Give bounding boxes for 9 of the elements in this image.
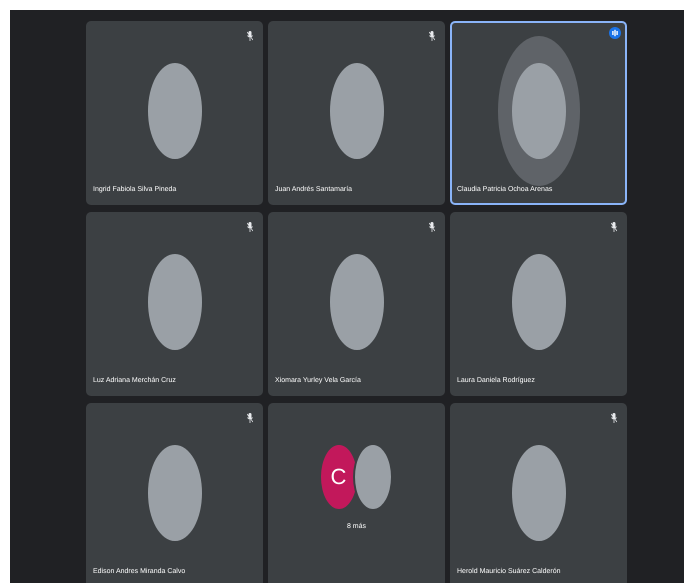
muted-mic-icon bbox=[247, 222, 253, 232]
audio-level-icon bbox=[609, 27, 621, 39]
muted-mic-icon bbox=[611, 413, 617, 423]
muted-mic-icon bbox=[247, 31, 253, 41]
muted-mic-icon bbox=[429, 31, 435, 41]
muted-mic-icon bbox=[247, 413, 253, 423]
muted-mic-icon bbox=[611, 222, 617, 232]
muted-mic-icon bbox=[429, 222, 435, 232]
initial-avatar: C bbox=[320, 445, 356, 509]
